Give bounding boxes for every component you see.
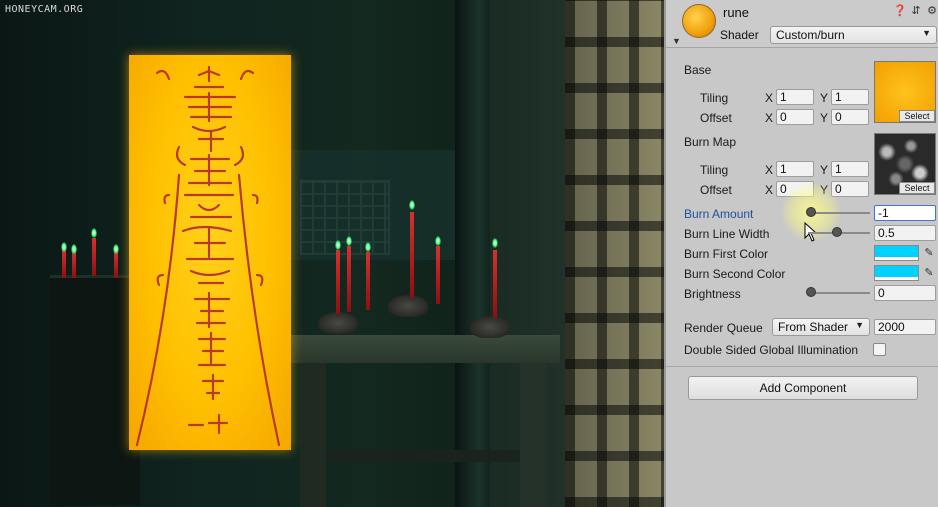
candle: [92, 238, 96, 276]
candle: [336, 250, 340, 314]
candle: [347, 246, 351, 312]
preset-icon[interactable]: ⇵: [910, 4, 922, 17]
green-flame: [61, 242, 67, 252]
green-flame: [113, 244, 119, 254]
burn-map-texture-slot[interactable]: Select: [874, 133, 936, 195]
burn-second-color-label: Burn Second Color: [684, 267, 786, 281]
green-flame: [492, 238, 498, 248]
dropdown-arrow-icon: ▼: [855, 320, 864, 330]
burn-map-offset-x-label: X: [765, 183, 774, 197]
shader-value: Custom/burn: [776, 28, 845, 42]
candle: [436, 246, 440, 304]
burn-amount-label: Burn Amount: [684, 207, 754, 221]
burn-map-offset-label: Offset: [700, 183, 732, 197]
base-offset-y-field[interactable]: 0: [831, 109, 869, 125]
header-icons: ❓ ⇵ ⚙: [893, 4, 938, 17]
object-name: rune: [723, 5, 750, 20]
base-offset-label: Offset: [700, 111, 732, 125]
green-flame: [71, 244, 77, 254]
green-flame: [365, 242, 371, 252]
divider: [666, 366, 938, 367]
base-offset-x-field[interactable]: 0: [776, 109, 814, 125]
back-window: [300, 180, 390, 255]
base-tiling-y-label: Y: [820, 91, 829, 105]
table-leg: [520, 363, 546, 507]
base-texture-slot[interactable]: Select: [874, 61, 936, 123]
burn-map-tiling-x-field[interactable]: 1: [776, 161, 814, 177]
candle-holder: [388, 295, 428, 317]
burn-map-label: Burn Map: [684, 135, 737, 149]
material-preview-icon: [682, 4, 716, 38]
burn-map-tiling-x-label: X: [765, 163, 774, 177]
burn-line-width-label: Burn Line Width: [684, 227, 770, 241]
render-queue-dropdown[interactable]: From Shader ▼: [772, 318, 870, 336]
candle: [114, 252, 118, 278]
green-flame: [409, 200, 415, 210]
burn-amount-slider-thumb[interactable]: [806, 207, 816, 217]
double-sided-gi-checkbox[interactable]: [873, 343, 886, 356]
eyedropper-icon[interactable]: ✎: [922, 246, 936, 260]
add-component-button[interactable]: Add Component: [688, 376, 918, 400]
wooden-pillar: [455, 0, 495, 507]
burn-map-tiling-y-label: Y: [820, 163, 829, 177]
candle: [366, 252, 370, 310]
dropdown-arrow-icon: ▼: [922, 28, 931, 38]
gear-icon[interactable]: ⚙: [926, 4, 938, 17]
brightness-slider-track[interactable]: [808, 292, 870, 294]
table-crossbar: [326, 450, 520, 462]
shader-dropdown[interactable]: Custom/burn ▼: [770, 26, 937, 44]
base-offset-x-label: X: [765, 111, 774, 125]
inspector-panel: ▼ rune ❓ ⇵ ⚙ Shader Custom/burn ▼ Base T…: [664, 0, 938, 507]
candle: [72, 252, 76, 278]
base-tiling-label: Tiling: [700, 91, 729, 105]
base-offset-y-label: Y: [820, 111, 829, 125]
rune-glyphs: [135, 65, 281, 447]
burn-map-tiling-label: Tiling: [700, 163, 729, 177]
base-texture-select-button[interactable]: Select: [899, 110, 935, 122]
shader-label: Shader: [720, 28, 759, 42]
burn-line-width-slider-thumb[interactable]: [832, 227, 842, 237]
double-sided-gi-label: Double Sided Global Illumination: [684, 343, 859, 357]
green-flame: [346, 236, 352, 246]
render-queue-field[interactable]: 2000: [874, 319, 936, 335]
green-flame: [435, 236, 441, 246]
left-shelf: [50, 275, 140, 505]
candle-holder: [318, 312, 358, 334]
burn-amount-field[interactable]: -1: [874, 205, 936, 221]
burn-map-tiling-y-field[interactable]: 1: [831, 161, 869, 177]
watermark: HONEYCAM.ORG: [5, 4, 84, 15]
burn-second-color-swatch[interactable]: [874, 265, 919, 281]
rune-talisman[interactable]: [129, 55, 291, 450]
brightness-label: Brightness: [684, 287, 741, 301]
burn-line-width-field[interactable]: 0.5: [874, 225, 936, 241]
candle: [62, 250, 66, 278]
base-tiling-x-label: X: [765, 91, 774, 105]
burn-map-texture-select-button[interactable]: Select: [899, 182, 935, 194]
base-tiling-x-field[interactable]: 1: [776, 89, 814, 105]
base-label: Base: [684, 63, 712, 77]
brightness-slider-thumb[interactable]: [806, 287, 816, 297]
table-leg: [300, 363, 326, 507]
candle: [410, 212, 414, 298]
material-header: ▼ rune ❓ ⇵ ⚙ Shader Custom/burn ▼: [666, 0, 938, 48]
eyedropper-icon[interactable]: ✎: [922, 266, 936, 280]
render-queue-mode: From Shader: [778, 320, 849, 334]
help-icon[interactable]: ❓: [893, 4, 907, 17]
burn-map-offset-y-field[interactable]: 0: [831, 181, 869, 197]
lattice-shadow: [565, 0, 664, 507]
green-flame: [335, 240, 341, 250]
burn-first-color-label: Burn First Color: [684, 247, 769, 261]
candle: [493, 250, 497, 318]
green-flame: [91, 228, 97, 238]
burn-amount-slider-track[interactable]: [808, 212, 870, 214]
burn-first-color-swatch[interactable]: [874, 245, 919, 261]
altar-table: [285, 335, 560, 363]
base-tiling-y-field[interactable]: 1: [831, 89, 869, 105]
render-queue-label: Render Queue: [684, 321, 763, 335]
foldout-arrow-icon[interactable]: ▼: [672, 36, 681, 46]
scene-viewport[interactable]: HONEYCAM.ORG: [0, 0, 664, 507]
brightness-field[interactable]: 0: [874, 285, 936, 301]
candle-holder: [470, 316, 510, 338]
